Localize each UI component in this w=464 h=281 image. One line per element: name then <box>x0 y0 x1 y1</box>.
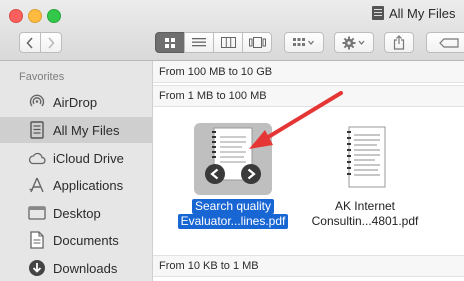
window-title-label: All My Files <box>389 5 456 21</box>
next-page-icon[interactable] <box>240 163 262 185</box>
toolbar: All My Files <box>0 0 464 61</box>
action-button[interactable] <box>334 32 374 53</box>
finder-window: All My Files Favorites AirDrop All My Fi… <box>0 0 464 281</box>
file-browser: From 100 MB to 10 GB From 1 MB to 100 MB <box>153 61 464 281</box>
forward-button[interactable] <box>40 32 62 53</box>
maximize-button[interactable] <box>47 9 61 23</box>
group-header: From 100 MB to 10 GB <box>153 61 464 83</box>
back-button[interactable] <box>19 32 41 53</box>
column-view-icon <box>220 37 236 48</box>
window-title: All My Files <box>372 4 455 22</box>
all-files-icon <box>372 6 384 20</box>
view-mode-control <box>155 32 272 53</box>
desktop-icon <box>28 204 46 222</box>
file-item[interactable]: Search quality Evaluator...lines.pdf <box>169 123 297 229</box>
cloud-icon <box>28 149 46 167</box>
sidebar-item-downloads[interactable]: Downloads <box>0 255 152 281</box>
sidebar-item-label: Documents <box>53 232 119 248</box>
share-icon <box>393 35 405 50</box>
cover-flow-view-icon <box>248 37 266 48</box>
sidebar-item-label: iCloud Drive <box>53 150 124 166</box>
cover-flow-view-button[interactable] <box>242 32 272 53</box>
chevron-right-icon <box>48 36 55 49</box>
documents-icon <box>28 231 46 249</box>
sidebar-item-label: AirDrop <box>53 94 98 110</box>
sidebar-item-desktop[interactable]: Desktop <box>0 200 152 226</box>
all-files-icon <box>28 121 46 139</box>
file-name: Search quality Evaluator...lines.pdf <box>169 199 297 229</box>
previous-page-icon[interactable] <box>204 163 226 185</box>
arrange-button[interactable] <box>284 32 324 53</box>
sidebar: Favorites AirDrop All My Files iCloud Dr… <box>0 61 153 281</box>
sidebar-item-label: Desktop <box>53 205 101 221</box>
file-name-line-1: Search quality <box>191 199 275 214</box>
icon-view-icon <box>165 37 175 48</box>
downloads-icon <box>28 259 46 277</box>
arrange-grid-icon <box>293 37 314 46</box>
file-name-line-2: Consultin...4801.pdf <box>311 214 419 228</box>
pdf-thumbnail <box>335 123 395 195</box>
sidebar-item-documents[interactable]: Documents <box>0 227 152 253</box>
sidebar-item-all-my-files[interactable]: All My Files <box>0 117 152 143</box>
applications-icon <box>28 176 46 194</box>
airdrop-icon <box>28 93 46 111</box>
tag-button[interactable] <box>426 32 464 53</box>
minimize-button[interactable] <box>28 9 42 23</box>
sidebar-item-icloud-drive[interactable]: iCloud Drive <box>0 145 152 171</box>
sidebar-item-airdrop[interactable]: AirDrop <box>0 89 152 115</box>
sidebar-item-applications[interactable]: Applications <box>0 172 152 198</box>
group-header: From 10 KB to 1 MB <box>153 255 464 277</box>
sidebar-item-label: All My Files <box>53 122 120 138</box>
file-name-line-2: Evaluator...lines.pdf <box>177 214 289 229</box>
group-header: From 1 MB to 100 MB <box>153 85 464 107</box>
icon-view-button[interactable] <box>155 32 185 53</box>
tag-icon <box>438 37 459 48</box>
sidebar-item-label: Applications <box>53 177 124 193</box>
list-view-icon <box>192 38 206 47</box>
file-name: AK Internet Consultin...4801.pdf <box>301 199 429 229</box>
sidebar-heading: Favorites <box>19 71 65 83</box>
sidebar-item-label: Downloads <box>53 260 118 276</box>
file-name-line-1: AK Internet <box>334 199 396 213</box>
column-view-button[interactable] <box>213 32 243 53</box>
gear-icon <box>342 36 365 49</box>
pdf-thumbnail <box>194 123 272 195</box>
chevron-left-icon <box>26 36 33 49</box>
file-item[interactable]: AK Internet Consultin...4801.pdf <box>301 123 429 229</box>
list-view-button[interactable] <box>184 32 214 53</box>
share-button[interactable] <box>384 32 414 53</box>
close-button[interactable] <box>9 9 23 23</box>
